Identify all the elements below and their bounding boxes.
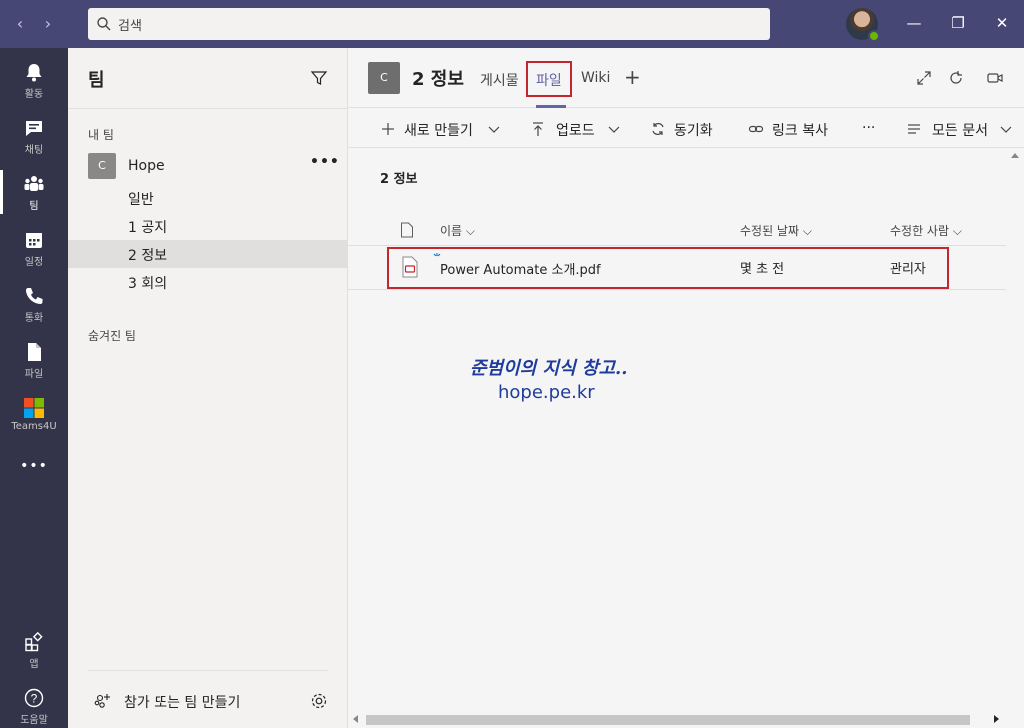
channel-title: 2 정보: [412, 69, 464, 90]
search-icon: [97, 17, 111, 31]
chevron-down-icon: [488, 126, 500, 133]
presence-available-icon: [868, 30, 880, 42]
sync-button[interactable]: 동기화: [674, 120, 713, 140]
minimize-button[interactable]: —: [904, 14, 924, 34]
hidden-teams-label[interactable]: 숨겨진 팀: [88, 327, 136, 344]
file-icon: [28, 343, 41, 361]
copy-link-button[interactable]: 링크 복사: [772, 120, 828, 140]
apps-icon: [25, 631, 43, 652]
chevron-down-icon: [1000, 126, 1012, 133]
horizontal-scrollbar[interactable]: [348, 710, 1006, 728]
file-modified-by: 관리자: [890, 262, 926, 277]
plus-icon: [382, 123, 394, 135]
rail-item-teams[interactable]: 팀: [0, 164, 68, 220]
meet-now-icon[interactable]: [986, 69, 1004, 87]
team-more-options-icon[interactable]: •••: [310, 154, 340, 170]
more-options-icon[interactable]: ···: [862, 120, 875, 136]
team-item-hope[interactable]: C Hope •••: [68, 150, 348, 182]
rail-item-calls[interactable]: 통화: [0, 276, 68, 332]
channel-header: C 2 정보 게시물 파일 Wiki +: [348, 48, 1024, 108]
pdf-file-icon: [402, 256, 418, 278]
chevron-down-icon: [608, 126, 620, 133]
rail-item-help[interactable]: ? 도움말: [0, 678, 68, 728]
rail-item-calendar[interactable]: 일정: [0, 220, 68, 276]
chat-icon: [26, 121, 42, 136]
scroll-up-icon[interactable]: [1011, 152, 1019, 158]
tab-posts[interactable]: 게시물: [480, 70, 519, 90]
scroll-thumb[interactable]: [366, 715, 970, 725]
folder-title: 2 정보: [380, 172, 418, 187]
my-teams-label: 내 팀: [88, 128, 114, 142]
search-input[interactable]: 검색: [88, 8, 770, 40]
close-button[interactable]: ✕: [992, 14, 1012, 34]
column-header-modified[interactable]: 수정된 날짜 ⌵: [740, 222, 812, 239]
more-icon: •••: [20, 458, 48, 474]
team-name: Hope: [128, 158, 165, 174]
join-or-create-team-button[interactable]: 참가 또는 팀 만들기: [124, 692, 240, 712]
teams4u-icon: [24, 398, 44, 418]
all-documents-dropdown[interactable]: 모든 문서: [932, 120, 988, 140]
new-button[interactable]: 새로 만들기: [404, 120, 473, 140]
teams-icon: [24, 176, 44, 191]
divider: [88, 670, 328, 671]
channel-item-general[interactable]: 일반: [68, 184, 348, 212]
svg-text:?: ?: [31, 692, 38, 706]
search-placeholder: 검색: [118, 19, 142, 34]
title-bar: ‹ › 검색 — ❐ ✕: [0, 0, 1024, 48]
files-toolbar: 새로 만들기 업로드 동기화 링크 복사 ··· 모든 문서: [348, 108, 1024, 148]
rail-item-files[interactable]: 파일: [0, 332, 68, 388]
file-row[interactable]: Power Automate 소개.pdf 몇 초 전 관리자: [348, 246, 1006, 290]
file-name[interactable]: Power Automate 소개.pdf: [440, 259, 601, 278]
tab-wiki[interactable]: Wiki: [581, 70, 610, 86]
help-icon: ?: [24, 688, 44, 708]
sync-icon: [652, 123, 664, 135]
bell-icon: [26, 64, 42, 82]
scroll-right-icon[interactable]: [994, 715, 1000, 723]
divider: [68, 108, 348, 109]
column-header-name[interactable]: 이름 ⌵: [440, 222, 475, 239]
expand-icon[interactable]: [915, 69, 933, 87]
team-avatar: C: [88, 153, 116, 179]
main-content: C 2 정보 게시물 파일 Wiki + 새로 만들기 업로드 동기화 링크 복…: [348, 48, 1024, 728]
rail-item-apps[interactable]: 앱: [0, 622, 68, 678]
file-type-icon: [401, 222, 413, 238]
forward-button[interactable]: ›: [40, 14, 56, 33]
restore-button[interactable]: ❐: [948, 14, 968, 34]
channel-item-info[interactable]: 2 정보: [68, 240, 348, 268]
view-list-icon: [908, 124, 920, 134]
calendar-icon: [26, 233, 42, 248]
filter-icon[interactable]: [310, 69, 328, 87]
vertical-scrollbar[interactable]: [1006, 148, 1024, 714]
phone-icon: [26, 288, 43, 304]
channel-item-notice[interactable]: 1 공지: [68, 212, 348, 240]
file-list-header: 이름 ⌵ 수정된 날짜 ⌵ 수정한 사람 ⌵: [348, 214, 1006, 246]
gear-icon[interactable]: [310, 692, 328, 710]
rail-item-teams4u[interactable]: Teams4U: [0, 388, 68, 444]
link-icon: [748, 125, 764, 133]
upload-icon: [533, 122, 543, 136]
column-header-modified-by[interactable]: 수정한 사람 ⌵: [890, 222, 962, 239]
tab-files[interactable]: 파일: [526, 61, 572, 97]
join-team-icon: [94, 694, 110, 708]
rail-item-chat[interactable]: 채팅: [0, 108, 68, 164]
user-avatar[interactable]: [846, 8, 880, 42]
teams-panel: 팀 내 팀 C Hope ••• 일반 1 공지 2 정보 3 회의 숨겨진 팀…: [68, 48, 348, 728]
scroll-left-icon[interactable]: [352, 715, 358, 723]
file-modified-date: 몇 초 전: [740, 262, 785, 277]
watermark-url: hope.pe.kr: [498, 382, 595, 403]
channel-avatar: C: [368, 62, 400, 94]
channel-item-meeting[interactable]: 3 회의: [68, 268, 348, 296]
back-button[interactable]: ‹: [12, 14, 28, 33]
refresh-icon[interactable]: [947, 69, 965, 87]
panel-title: 팀: [88, 70, 105, 91]
watermark-text: 준범이의 지식 창고..: [470, 358, 628, 379]
rail-more-button[interactable]: •••: [0, 448, 68, 488]
rail-item-activity[interactable]: 활동: [0, 52, 68, 108]
add-tab-button[interactable]: +: [624, 65, 641, 89]
upload-button[interactable]: 업로드: [556, 120, 595, 140]
app-rail: 활동 채팅 팀 일정 통화 파일 Teams4U ••• 앱 ? 도움말: [0, 48, 68, 728]
